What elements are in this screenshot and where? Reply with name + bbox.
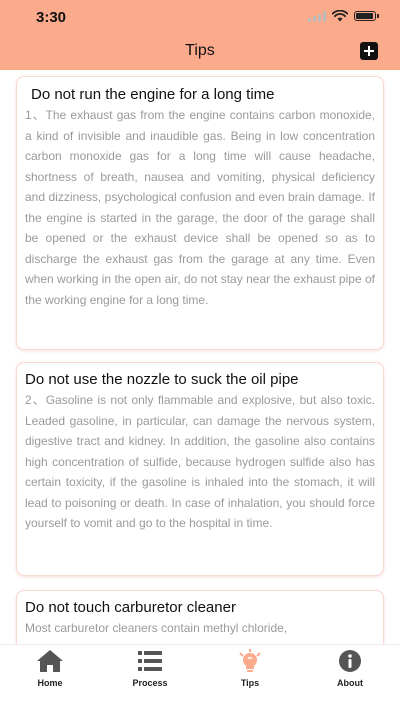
tip-body: 1、The exhaust gas from the engine contai… (25, 108, 375, 307)
lightbulb-icon (236, 649, 264, 673)
tip-card[interactable]: Do not run the engine for a long time 1、… (16, 76, 384, 350)
tab-tips[interactable]: Tips (210, 649, 290, 688)
tab-bar: Home Process Tips About (0, 644, 400, 711)
nav-bar: Tips (0, 34, 400, 70)
tips-list[interactable]: Do not run the engine for a long time 1、… (0, 70, 400, 644)
tip-body: Most carburetor cleaners contain methyl … (25, 621, 288, 635)
tip-card[interactable]: Do not touch carburetor cleaner Most car… (16, 590, 384, 644)
status-icons (308, 10, 379, 22)
tip-card[interactable]: Do not use the nozzle to suck the oil pi… (16, 362, 384, 576)
tab-home[interactable]: Home (10, 649, 90, 688)
battery-icon (354, 11, 379, 21)
list-icon (136, 649, 164, 673)
cellular-signal-icon (308, 10, 326, 22)
tab-label: Tips (240, 678, 260, 688)
status-time: 3:30 (36, 9, 67, 26)
tip-title: Do not use the nozzle to suck the oil pi… (25, 371, 299, 388)
add-tip-button[interactable] (360, 42, 378, 60)
tab-about[interactable]: About (310, 649, 390, 688)
home-icon (36, 649, 64, 673)
tab-label: Home (37, 678, 63, 688)
tip-title: Do not run the engine for a long time (31, 86, 275, 103)
tab-label: About (337, 678, 363, 688)
info-icon (336, 649, 364, 673)
page-title: Tips (185, 42, 215, 59)
tab-label: Process (132, 678, 168, 688)
wifi-icon (332, 10, 348, 22)
tip-body: 2、Gasoline is not only flammable and exp… (25, 393, 375, 530)
tab-process[interactable]: Process (110, 649, 190, 688)
status-bar: 3:30 (0, 0, 400, 34)
tip-title: Do not touch carburetor cleaner (25, 599, 236, 616)
